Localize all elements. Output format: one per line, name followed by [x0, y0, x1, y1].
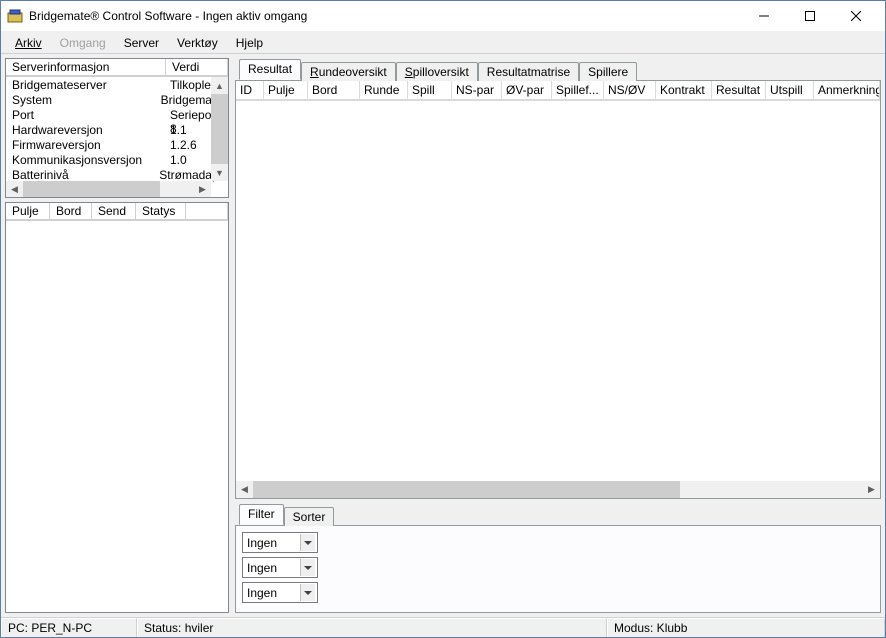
- titlebar: Bridgemate® Control Software - Ingen akt…: [1, 1, 885, 31]
- serverinfo-row: Kommunikasjonsversjon1.0: [6, 153, 228, 168]
- scroll-thumb[interactable]: [253, 481, 680, 498]
- filter-combo-3[interactable]: Ingen: [242, 582, 318, 603]
- serverinfo-scroll-v[interactable]: ▲ ▼: [211, 77, 228, 181]
- menubar: Arkiv Omgang Server Verktøy Hjelp: [1, 31, 885, 53]
- scroll-right-icon[interactable]: ▶: [863, 481, 880, 498]
- chevron-down-icon[interactable]: [300, 534, 315, 551]
- result-col-runde[interactable]: Runde: [360, 81, 408, 100]
- serverinfo-row: Hardwareversjon1.1: [6, 123, 228, 138]
- result-col-ovpar[interactable]: ØV-par: [502, 81, 552, 100]
- minimize-button[interactable]: [741, 1, 787, 31]
- result-col-nsov[interactable]: NS/ØV: [604, 81, 656, 100]
- result-col-kontrakt[interactable]: Kontrakt: [656, 81, 712, 100]
- bottom-tab-area: Filter Sorter Ingen Ingen Ingen: [235, 503, 881, 613]
- tab-filter[interactable]: Filter: [239, 504, 284, 525]
- main-tabpanel: ID Pulje Bord Runde Spill NS-par ØV-par …: [235, 80, 881, 499]
- result-col-spillef[interactable]: Spillef...: [552, 81, 604, 100]
- scroll-right-icon[interactable]: ▶: [194, 181, 211, 197]
- result-col-pulje[interactable]: Pulje: [264, 81, 308, 100]
- bottom-tabstrip: Filter Sorter: [235, 503, 881, 525]
- pulje-header: Pulje Bord Send Statys: [6, 203, 228, 221]
- menu-arkiv[interactable]: Arkiv: [7, 34, 50, 52]
- chevron-down-icon[interactable]: [300, 584, 315, 601]
- result-col-nspar[interactable]: NS-par: [452, 81, 502, 100]
- serverinfo-row: PortSerieport 8: [6, 108, 228, 123]
- filter-combo-2[interactable]: Ingen: [242, 557, 318, 578]
- result-col-utspill[interactable]: Utspill: [766, 81, 814, 100]
- menu-omgang: Omgang: [52, 34, 114, 52]
- menu-hjelp[interactable]: Hjelp: [228, 34, 271, 52]
- right-column: Resultat Rundeoversikt Spilloversikt Res…: [233, 54, 885, 617]
- serverinfo-row: Firmwareversjon1.2.6: [6, 138, 228, 153]
- serverinfo-body: BridgemateserverTilkoplet SystemBridgema…: [6, 77, 228, 197]
- serverinfo-panel: Serverinformasjon Verdi Bridgemateserver…: [5, 58, 229, 198]
- pulje-col-pulje[interactable]: Pulje: [6, 203, 50, 220]
- close-button[interactable]: [833, 1, 879, 31]
- scroll-track[interactable]: [23, 181, 194, 197]
- status-modus: Modus: Klubb: [607, 618, 885, 637]
- result-col-bord[interactable]: Bord: [308, 81, 360, 100]
- serverinfo-row: SystemBridgemate: [6, 93, 228, 108]
- scroll-track[interactable]: [253, 481, 863, 498]
- result-grid-scroll-h[interactable]: ◀ ▶: [236, 481, 880, 498]
- scroll-thumb[interactable]: [211, 94, 228, 164]
- scroll-up-icon[interactable]: ▲: [211, 77, 228, 94]
- pulje-col-send[interactable]: Send: [92, 203, 136, 220]
- tab-resultatmatrise[interactable]: Resultatmatrise: [478, 62, 579, 81]
- result-grid-body: [236, 101, 880, 481]
- tab-rundeoversikt[interactable]: Rundeoversikt: [301, 62, 396, 81]
- maximize-button[interactable]: [787, 1, 833, 31]
- serverinfo-col-val[interactable]: Verdi: [166, 59, 228, 76]
- scroll-down-icon[interactable]: ▼: [211, 164, 228, 181]
- result-grid: ID Pulje Bord Runde Spill NS-par ØV-par …: [236, 81, 880, 498]
- result-col-resultat[interactable]: Resultat: [712, 81, 766, 100]
- tab-spillere[interactable]: Spillere: [579, 62, 637, 81]
- scroll-left-icon[interactable]: ◀: [6, 181, 23, 197]
- menu-verktoy[interactable]: Verktøy: [169, 34, 226, 52]
- left-column: Serverinformasjon Verdi Bridgemateserver…: [1, 54, 233, 617]
- window-title: Bridgemate® Control Software - Ingen akt…: [29, 9, 741, 23]
- menu-server[interactable]: Server: [116, 34, 167, 52]
- main-tabstrip: Resultat Rundeoversikt Spilloversikt Res…: [235, 58, 881, 80]
- bottom-tabpanel: Ingen Ingen Ingen: [235, 525, 881, 613]
- pulje-panel: Pulje Bord Send Statys: [5, 202, 229, 613]
- filter-combo-1[interactable]: Ingen: [242, 532, 318, 553]
- status-status: Status: hviler: [137, 618, 607, 637]
- scroll-left-icon[interactable]: ◀: [236, 481, 253, 498]
- serverinfo-col-key[interactable]: Serverinformasjon: [6, 59, 166, 76]
- pulje-col-spacer: [186, 203, 228, 220]
- serverinfo-row: BridgemateserverTilkoplet: [6, 78, 228, 93]
- app-icon: [7, 9, 23, 23]
- tab-spilloversikt[interactable]: Spilloversikt: [396, 62, 478, 81]
- serverinfo-header: Serverinformasjon Verdi: [6, 59, 228, 77]
- statusbar: PC: PER_N-PC Status: hviler Modus: Klubb: [1, 617, 885, 637]
- status-pc: PC: PER_N-PC: [1, 618, 137, 637]
- tab-resultat[interactable]: Resultat: [239, 59, 301, 80]
- chevron-down-icon[interactable]: [300, 559, 315, 576]
- tab-sorter[interactable]: Sorter: [284, 507, 335, 526]
- result-col-spill[interactable]: Spill: [408, 81, 452, 100]
- pulje-col-statys[interactable]: Statys: [136, 203, 186, 220]
- workspace: Serverinformasjon Verdi Bridgemateserver…: [1, 53, 885, 617]
- pulje-col-bord[interactable]: Bord: [50, 203, 92, 220]
- serverinfo-scroll-h[interactable]: ◀ ▶: [6, 181, 211, 197]
- main-tab-area: Resultat Rundeoversikt Spilloversikt Res…: [235, 58, 881, 499]
- result-grid-header: ID Pulje Bord Runde Spill NS-par ØV-par …: [236, 81, 880, 101]
- result-col-id[interactable]: ID: [236, 81, 264, 100]
- result-col-anmerkning[interactable]: Anmerkning: [814, 81, 880, 100]
